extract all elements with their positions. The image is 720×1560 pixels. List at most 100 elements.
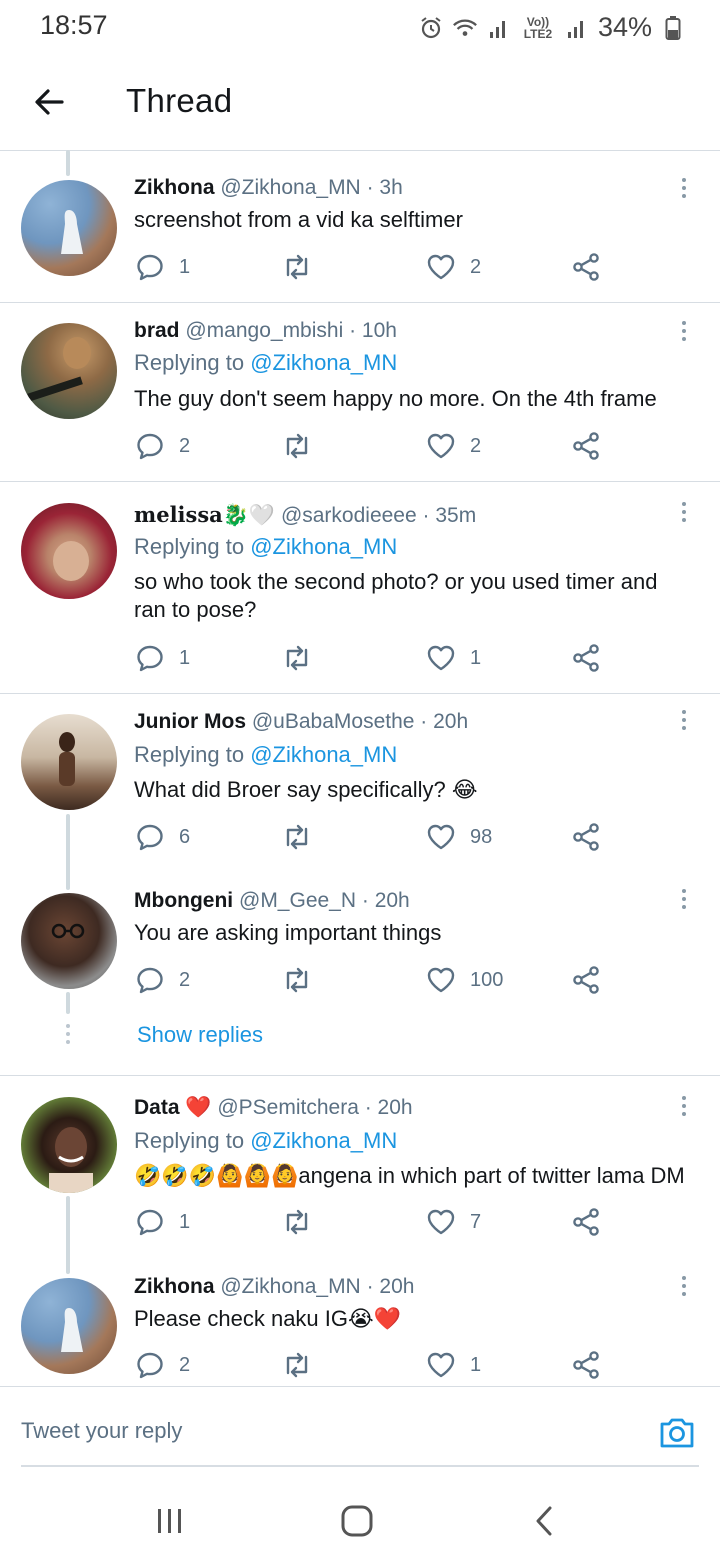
share-icon [573,966,599,994]
camera-button[interactable] [657,1412,697,1452]
like-button[interactable]: 2 [426,252,481,282]
share-button[interactable] [571,1207,601,1237]
share-icon [573,1208,599,1236]
author-name[interactable]: Mbongeni [134,889,233,912]
share-button[interactable] [571,252,601,282]
reply-button[interactable]: 1 [135,643,190,673]
avatar[interactable] [21,323,117,419]
avatar[interactable] [21,503,117,599]
retweet-icon [286,967,308,993]
share-icon [573,253,599,281]
like-button[interactable]: 100 [426,965,503,995]
retweet-button[interactable] [280,965,314,995]
reply-button[interactable]: 6 [135,822,190,852]
more-options-icon[interactable] [676,710,692,736]
status-icons: Vo)) LTE2 34% [418,12,686,43]
thread-line [66,992,70,1014]
share-icon [573,823,599,851]
reply-mention-link[interactable]: @Zikhona_MN [250,1128,397,1153]
share-button[interactable] [571,1350,601,1380]
author-handle[interactable]: @mango_mbishi [185,319,343,342]
author-name[interactable]: Junior Mos [134,710,246,733]
nav-back-button[interactable] [530,1504,560,1538]
reply-button[interactable]: 2 [135,965,190,995]
author-name[interactable]: Data ❤️ [134,1096,212,1119]
author-name[interactable]: Zikhona [134,176,215,199]
reply-icon [137,645,163,672]
more-options-icon[interactable] [676,1096,692,1122]
heart-icon [427,1352,455,1378]
tweet-divider [0,693,720,694]
retweet-button[interactable] [280,1207,314,1237]
avatar[interactable] [21,893,117,989]
tweet-time: · 20h [420,710,469,733]
heart-icon [427,645,455,671]
like-button[interactable]: 1 [426,1350,481,1380]
retweet-button[interactable] [280,643,314,673]
like-button[interactable]: 1 [426,643,481,673]
reply-button[interactable]: 1 [135,1207,190,1237]
reply-icon [137,433,163,460]
share-button[interactable] [571,822,601,852]
page-title: Thread [126,82,233,119]
tweet-header: Mbongeni @M_Gee_N · 20h [134,889,410,913]
show-replies-link[interactable]: Show replies [137,1022,263,1048]
tweet-text: Please check naku IG😭❤️ [134,1306,402,1331]
share-button[interactable] [571,643,601,673]
reply-mention-link[interactable]: @Zikhona_MN [250,534,397,559]
tweet-time: · 20h [366,1275,415,1298]
retweet-button[interactable] [280,822,314,852]
author-handle[interactable]: @sarkodieeee [281,504,417,527]
retweet-button[interactable] [280,431,314,461]
thread-ellipsis [65,1024,71,1048]
like-count: 100 [470,968,504,991]
more-options-icon[interactable] [676,889,692,915]
avatar[interactable] [21,714,117,810]
avatar[interactable] [21,180,117,276]
author-handle[interactable]: @uBabaMosethe [252,710,415,733]
author-name[interactable]: melissa🐉🤍 [134,502,275,527]
reply-count: 2 [179,434,191,457]
author-name[interactable]: Zikhona [134,1275,215,1298]
more-options-icon[interactable] [676,1276,692,1302]
signal-icon [486,15,512,41]
tweet-text: The guy don't seem happy no more. On the… [134,386,657,411]
more-options-icon[interactable] [676,502,692,528]
like-button[interactable]: 2 [426,431,481,461]
recent-apps-button[interactable] [152,1506,188,1536]
reply-icon [137,967,163,994]
reply-input[interactable]: Tweet your reply [21,1418,182,1444]
avatar[interactable] [21,1097,117,1193]
like-button[interactable]: 7 [426,1207,481,1237]
author-handle[interactable]: @M_Gee_N [239,889,356,912]
share-button[interactable] [571,431,601,461]
avatar[interactable] [21,1278,117,1374]
like-count: 2 [470,255,482,278]
tweet-time: · 35m [422,504,477,527]
author-handle[interactable]: @Zikhona_MN [220,1275,360,1298]
reply-mention-link[interactable]: @Zikhona_MN [250,350,397,375]
tweet-header: Zikhona @Zikhona_MN · 3h [134,176,403,200]
reply-icon [137,824,163,851]
replying-to-label: Replying to [134,534,251,559]
author-handle[interactable]: @Zikhona_MN [220,176,360,199]
reply-button[interactable]: 2 [135,431,190,461]
retweet-button[interactable] [280,1350,314,1380]
like-button[interactable]: 98 [426,822,492,852]
share-icon [573,644,599,672]
retweet-icon [286,1209,308,1235]
home-button[interactable] [340,1504,374,1538]
author-name[interactable]: brad [134,319,180,342]
reply-mention-link[interactable]: @Zikhona_MN [250,742,397,767]
share-button[interactable] [571,965,601,995]
reply-button[interactable]: 1 [135,252,190,282]
back-button[interactable] [28,80,72,124]
more-options-icon[interactable] [676,321,692,347]
retweet-button[interactable] [280,252,314,282]
reply-button[interactable]: 2 [135,1350,190,1380]
tweet-text: 🤣🤣🤣🙆🙆🙆angena in which part of twitter la… [134,1163,685,1188]
author-handle[interactable]: @PSemitchera [217,1096,359,1119]
replying-to-label: Replying to [134,742,251,767]
more-options-icon[interactable] [676,178,692,204]
retweet-icon [286,645,308,671]
